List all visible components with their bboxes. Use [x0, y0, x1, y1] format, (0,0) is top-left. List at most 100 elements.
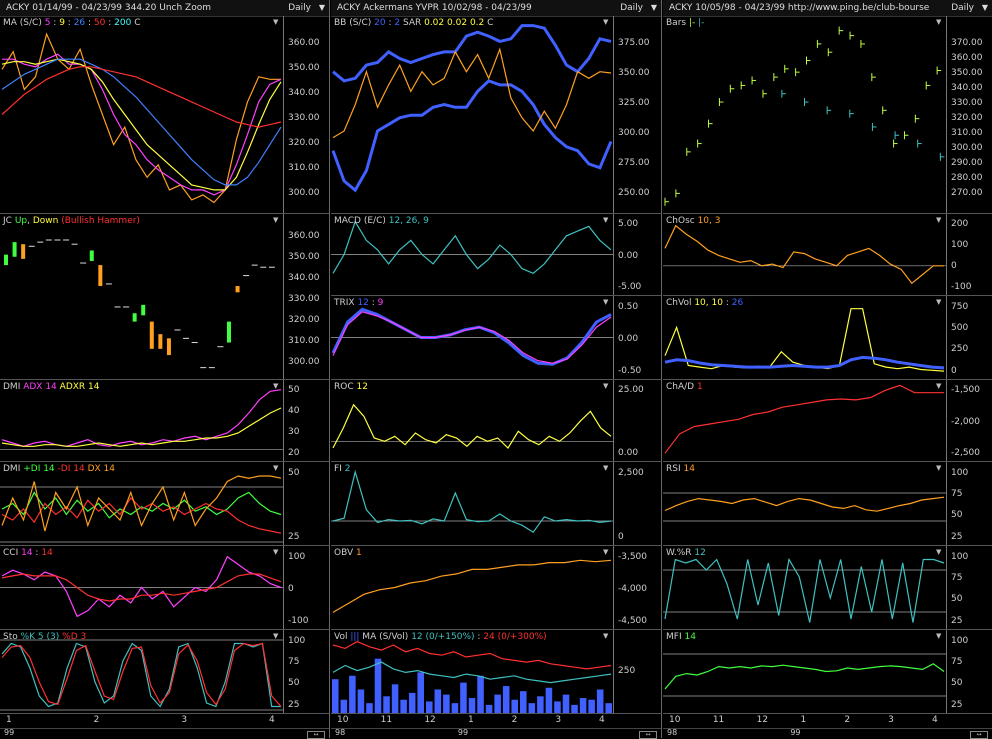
panel-menu-arrow-icon[interactable]: ▼ — [273, 632, 278, 640]
plot-area[interactable] — [0, 214, 284, 379]
indicator-label-part: MFI — [666, 632, 685, 642]
x-tick-label: 2 — [844, 715, 851, 725]
y-tick-label: 25 — [951, 531, 963, 542]
plot-area[interactable] — [331, 16, 614, 213]
y-tick-label: 50 — [951, 510, 963, 521]
plot-area[interactable] — [663, 16, 947, 213]
y-tick-label: 25.00 — [618, 385, 644, 396]
panel-menu-arrow-icon[interactable]: ▼ — [603, 632, 608, 640]
plot-area[interactable] — [331, 380, 614, 461]
chart-header: ACKY 01/14/99 - 04/23/99 344.20 Unch Zoo… — [0, 0, 329, 17]
panel-menu-arrow-icon[interactable]: ▼ — [603, 548, 608, 556]
dropdown-arrow-icon[interactable]: ▼ — [319, 0, 325, 16]
panel-menu-arrow-icon[interactable]: ▼ — [603, 464, 608, 472]
x-tick-label: 2 — [93, 715, 100, 725]
indicator-label: ChA/D 1 — [666, 382, 703, 392]
panel-menu-arrow-icon[interactable]: ▼ — [273, 382, 278, 390]
plot-area[interactable] — [663, 630, 947, 713]
panel-menu-arrow-icon[interactable]: ▼ — [936, 382, 941, 390]
panel-menu-arrow-icon[interactable]: ▼ — [603, 382, 608, 390]
series-line — [1, 66, 282, 128]
indicator-label-part: TRIX — [334, 298, 358, 308]
period-selector[interactable]: Daily — [620, 0, 643, 16]
panel-menu-arrow-icon[interactable]: ▼ — [273, 464, 278, 472]
y-axis: 100 0 -100 — [284, 546, 329, 629]
year-label: 99 — [457, 728, 469, 737]
plot-area[interactable] — [0, 462, 284, 545]
plot-area[interactable] — [331, 546, 614, 629]
series-line — [1, 32, 281, 204]
plot-area[interactable] — [663, 462, 947, 545]
plot-area[interactable] — [663, 296, 947, 379]
indicator-panel: Sto %K 5 (3) %D 3 ▼ 100 75 50 25 — [0, 630, 329, 714]
plot-area[interactable] — [0, 16, 284, 213]
indicator-label: BB (S/C) 20 : 2 SAR 0.02 0.02 0.2 C — [334, 18, 493, 28]
plot-area[interactable] — [0, 630, 284, 713]
y-axis: 100 75 50 25 — [284, 630, 329, 713]
indicator-label-part: SAR — [400, 18, 425, 28]
y-tick-label: -5.00 — [618, 281, 642, 292]
volume-bar — [485, 704, 493, 713]
indicator-panel: MA (S/C) 5 : 9 : 26 : 50 : 200 C ▼ 360.00 3… — [0, 16, 329, 214]
panel-menu-arrow-icon[interactable]: ▼ — [273, 18, 278, 26]
year-label: 99 — [790, 728, 801, 737]
series-line — [1, 407, 282, 447]
indicator-label-part: 0.2 — [469, 18, 485, 28]
indicator-label-part: : — [474, 632, 484, 642]
panel-menu-arrow-icon[interactable]: ▼ — [936, 632, 941, 640]
plot-area[interactable] — [663, 380, 947, 461]
y-axis: 5.00 0.00 -5.00 — [614, 214, 661, 295]
indicator-label-part: 12 — [356, 382, 368, 392]
candle — [98, 265, 103, 287]
plot-area[interactable] — [331, 630, 614, 713]
panel-menu-arrow-icon[interactable]: ▼ — [603, 18, 608, 26]
plot-area[interactable] — [663, 546, 947, 629]
year-label: 99 — [4, 728, 15, 737]
y-tick-label: 50 — [951, 678, 963, 689]
panel-menu-arrow-icon[interactable]: ▼ — [273, 216, 278, 224]
volume-bar — [579, 698, 587, 713]
panel-menu-arrow-icon[interactable]: ▼ — [936, 18, 941, 26]
dropdown-arrow-icon[interactable]: ▼ — [651, 0, 657, 16]
period-selector[interactable]: Daily — [951, 0, 974, 16]
dropdown-arrow-icon[interactable]: ▼ — [982, 0, 988, 16]
indicator-label-part: : — [64, 18, 74, 28]
plot-area[interactable] — [663, 214, 947, 295]
volume-bar — [383, 696, 390, 713]
indicator-label-part: 20 — [374, 18, 386, 28]
indicator-label-part: 12 — [357, 298, 369, 308]
indicator-panel: MACD (E/C) 12, 26, 9 ▼ 5.00 0.00 -5.00 — [331, 214, 661, 296]
y-axis: -3,500 -4,000 -4,500 — [614, 546, 661, 629]
plot-area[interactable] — [331, 462, 614, 545]
panel-menu-arrow-icon[interactable]: ▼ — [936, 464, 941, 472]
plot-area[interactable] — [331, 296, 614, 379]
panel-menu-arrow-icon[interactable]: ▼ — [936, 298, 941, 306]
indicator-panel: TRIX 12 : 9 ▼ 0.50 0.00 -0.50 — [331, 296, 661, 380]
volume-bar — [417, 672, 424, 713]
indicator-label-part: C — [484, 18, 494, 28]
plot-area[interactable] — [0, 380, 284, 461]
panel-menu-arrow-icon[interactable]: ▼ — [936, 548, 941, 556]
chart-svg — [664, 384, 944, 454]
plot-area[interactable] — [331, 214, 614, 295]
period-selector[interactable]: Daily — [288, 0, 311, 16]
panel-menu-arrow-icon[interactable]: ▼ — [273, 548, 278, 556]
year-label: 98 — [667, 728, 678, 737]
x-tick-label: 3 — [555, 715, 562, 725]
indicator-label-part: Sto — [3, 632, 21, 642]
chart-svg — [0, 475, 283, 543]
plot-area[interactable] — [0, 546, 284, 629]
indicator-panel: Vol ||| MA (S/Vol) 12 (0/+150%) : 24 (0/… — [331, 630, 661, 714]
panel-menu-arrow-icon[interactable]: ▼ — [603, 216, 608, 224]
y-tick-label: 50 — [951, 594, 963, 605]
panel-menu-arrow-icon[interactable]: ▼ — [603, 298, 608, 306]
chart-svg — [331, 24, 613, 193]
indicator-label: Bars |- |- — [666, 18, 704, 28]
y-tick-label: 350.00 — [288, 252, 320, 263]
y-tick-label: 250 — [618, 666, 636, 676]
volume-bar — [554, 701, 561, 713]
panel-menu-arrow-icon[interactable]: ▼ — [936, 216, 941, 224]
x-axis: 10 11 12 1 2 3 4 — [663, 714, 992, 729]
indicator-label-part: 12 (0/+150%) — [411, 632, 475, 642]
y-tick-label: 330.00 — [288, 294, 320, 305]
